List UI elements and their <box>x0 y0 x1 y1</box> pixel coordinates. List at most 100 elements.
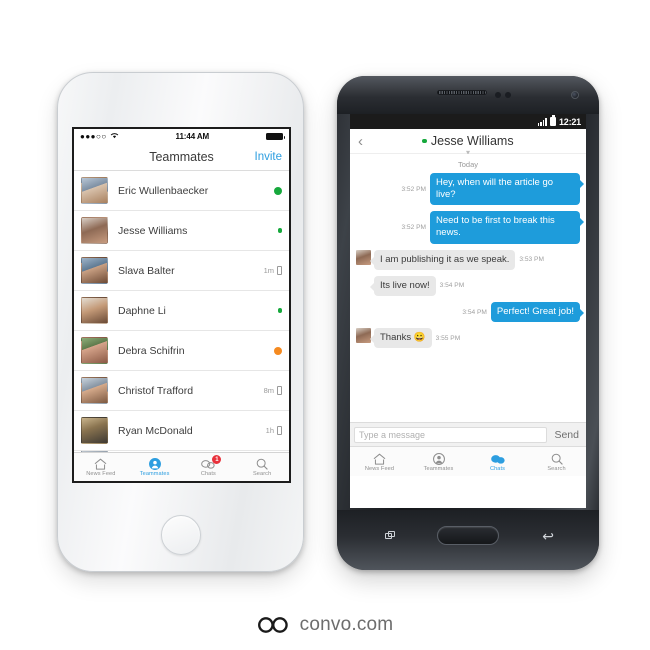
tab-label: Search <box>547 465 566 472</box>
teammate-row[interactable]: Christof Trafford 8m <box>74 371 289 411</box>
avatar <box>81 377 108 404</box>
iphone-device: ●●●○○ 11:44 AM Teammates Invite Eric Wul… <box>56 71 305 573</box>
android-device: 12:21 ‹ Jesse Williams ▾ Today 3:52 PM He… <box>335 74 601 572</box>
avatar <box>356 328 371 344</box>
message-row: 3:52 PM Need to be first to break this ne… <box>356 211 584 244</box>
android-tab-bar[interactable]: News Feed Teammates Chats Search <box>350 446 586 476</box>
tab-label: Chats <box>200 471 216 477</box>
teammate-row[interactable]: Ryan McDonald 1h <box>74 411 289 451</box>
proximity-sensor-icon <box>495 92 501 98</box>
send-button[interactable]: Send <box>551 429 582 441</box>
ios-tab-bar[interactable]: News Feed Teammates 1 Chats Search <box>74 452 289 481</box>
teammate-status: 8m <box>264 386 282 395</box>
message-bubble: Hey, when will the article go live? <box>430 173 584 206</box>
message-bubble: Need to be first to break this news. <box>430 211 584 244</box>
message-timestamp: 3:52 PM <box>401 223 426 231</box>
avatar <box>81 217 108 244</box>
message-row: I am publishing it as we speak. 3:53 PM <box>356 249 580 270</box>
message-row: Its live now! 3:54 PM <box>356 275 580 296</box>
message-row: 3:52 PM Hey, when will the article go liv… <box>356 173 584 206</box>
person-icon <box>432 452 445 465</box>
tab-label: Teammates <box>139 471 170 477</box>
composer-bar: Type a message Send <box>350 422 586 446</box>
android-status-bar: 12:21 <box>350 114 586 129</box>
brand-name: convo.com <box>299 614 394 635</box>
tab-label: Chats <box>489 465 506 472</box>
tab-label: News Feed <box>364 465 395 472</box>
message-timestamp: 3:54 PM <box>439 282 465 290</box>
tab-chats[interactable]: Chats <box>468 447 527 476</box>
chat-header: ‹ Jesse Williams ▾ <box>350 129 586 157</box>
message-timestamp: 3:53 PM <box>519 256 544 264</box>
teammate-name: Ryan McDonald <box>118 424 193 437</box>
teammate-row[interactable]: Slava Balter 1m <box>74 251 289 291</box>
tab-news-feed[interactable]: News Feed <box>350 447 409 476</box>
teammate-name: Debra Schifrin <box>118 344 185 357</box>
chat-title: Jesse Williams <box>430 134 514 148</box>
back-arrow-icon[interactable]: ↩ <box>542 529 554 543</box>
light-sensor-icon <box>505 92 511 98</box>
teammate-row[interactable]: Daphne Li <box>74 291 289 331</box>
teammate-name: Slava Balter <box>118 264 175 277</box>
presence-dot <box>422 138 427 144</box>
iphone-screen: ●●●○○ 11:44 AM Teammates Invite Eric Wul… <box>72 127 291 483</box>
invite-button[interactable]: Invite <box>255 151 283 163</box>
status-time: 11:44 AM <box>175 132 210 141</box>
tab-search[interactable]: Search <box>235 453 289 481</box>
tab-chats[interactable]: 1 Chats <box>182 453 236 481</box>
message-list: 3:52 PM Hey, when will the article go liv… <box>356 173 585 349</box>
tab-teammates[interactable]: Teammates <box>128 453 182 481</box>
tab-label: Search <box>252 471 272 477</box>
message-row: Thanks 😀 3:55 PM <box>356 328 580 349</box>
mobile-device-icon <box>277 266 282 275</box>
message-bubble: Its live now! <box>370 275 436 296</box>
search-icon <box>551 452 563 465</box>
teammate-status: 1h <box>266 426 282 435</box>
message-bubble: I am publishing it as we speak. <box>369 249 516 270</box>
teammate-row[interactable]: Eric Wullenbaecker <box>74 171 289 211</box>
home-button[interactable] <box>437 526 499 545</box>
teammate-name: Christof Trafford <box>118 384 194 397</box>
tab-search[interactable]: Search <box>527 447 586 476</box>
wifi-icon <box>110 132 119 141</box>
message-bubble: Thanks 😀 <box>370 328 432 349</box>
home-icon <box>94 457 107 470</box>
message-row: 3:54 PM Perfect! Great job! <box>356 301 585 323</box>
home-button[interactable] <box>160 515 201 555</box>
android-screen: 12:21 ‹ Jesse Williams ▾ Today 3:52 PM He… <box>350 114 586 508</box>
tab-label: News Feed <box>86 471 116 477</box>
teammates-list[interactable]: Eric Wullenbaecker Jesse Williams Slava Ba… <box>74 171 289 465</box>
back-icon[interactable]: ‹ <box>358 134 363 149</box>
avatar <box>81 337 108 364</box>
front-camera-icon <box>571 91 579 99</box>
teammate-name: Eric Wullenbaecker <box>118 184 209 197</box>
avatar <box>81 417 108 444</box>
avatar <box>81 177 108 204</box>
teammate-row[interactable]: Debra Schifrin <box>74 331 289 371</box>
teammate-row[interactable]: Jesse Williams <box>74 211 289 251</box>
day-separator: Today <box>457 160 478 169</box>
android-bottom-bezel: ↩ <box>337 510 599 570</box>
search-icon <box>256 457 268 470</box>
message-input[interactable]: Type a message <box>354 426 548 443</box>
message-timestamp: 3:54 PM <box>462 308 487 316</box>
recent-apps-icon[interactable] <box>385 531 396 541</box>
chat-icon <box>490 452 505 465</box>
teammate-status: 1m <box>264 266 282 275</box>
brand-logo: convo.com <box>0 614 650 636</box>
presence-dot <box>274 186 282 195</box>
avatar <box>81 257 108 284</box>
teammate-status <box>277 228 282 233</box>
page-title: Teammates <box>149 150 214 164</box>
avatar <box>81 297 108 324</box>
battery-icon <box>549 115 556 126</box>
tab-news-feed[interactable]: News Feed <box>74 453 128 481</box>
ios-status-bar: ●●●○○ 11:44 AM <box>74 129 289 144</box>
tab-label: Teammates <box>423 465 454 472</box>
mobile-device-icon <box>277 386 282 395</box>
tab-teammates[interactable]: Teammates <box>409 447 468 476</box>
message-thread[interactable]: Today 3:52 PM Hey, when will the article … <box>350 154 586 422</box>
teammate-name: Daphne Li <box>118 304 166 317</box>
ios-navigation-bar: Teammates Invite <box>74 144 289 171</box>
promo-screenshot: ●●●○○ 11:44 AM Teammates Invite Eric Wul… <box>0 0 650 650</box>
